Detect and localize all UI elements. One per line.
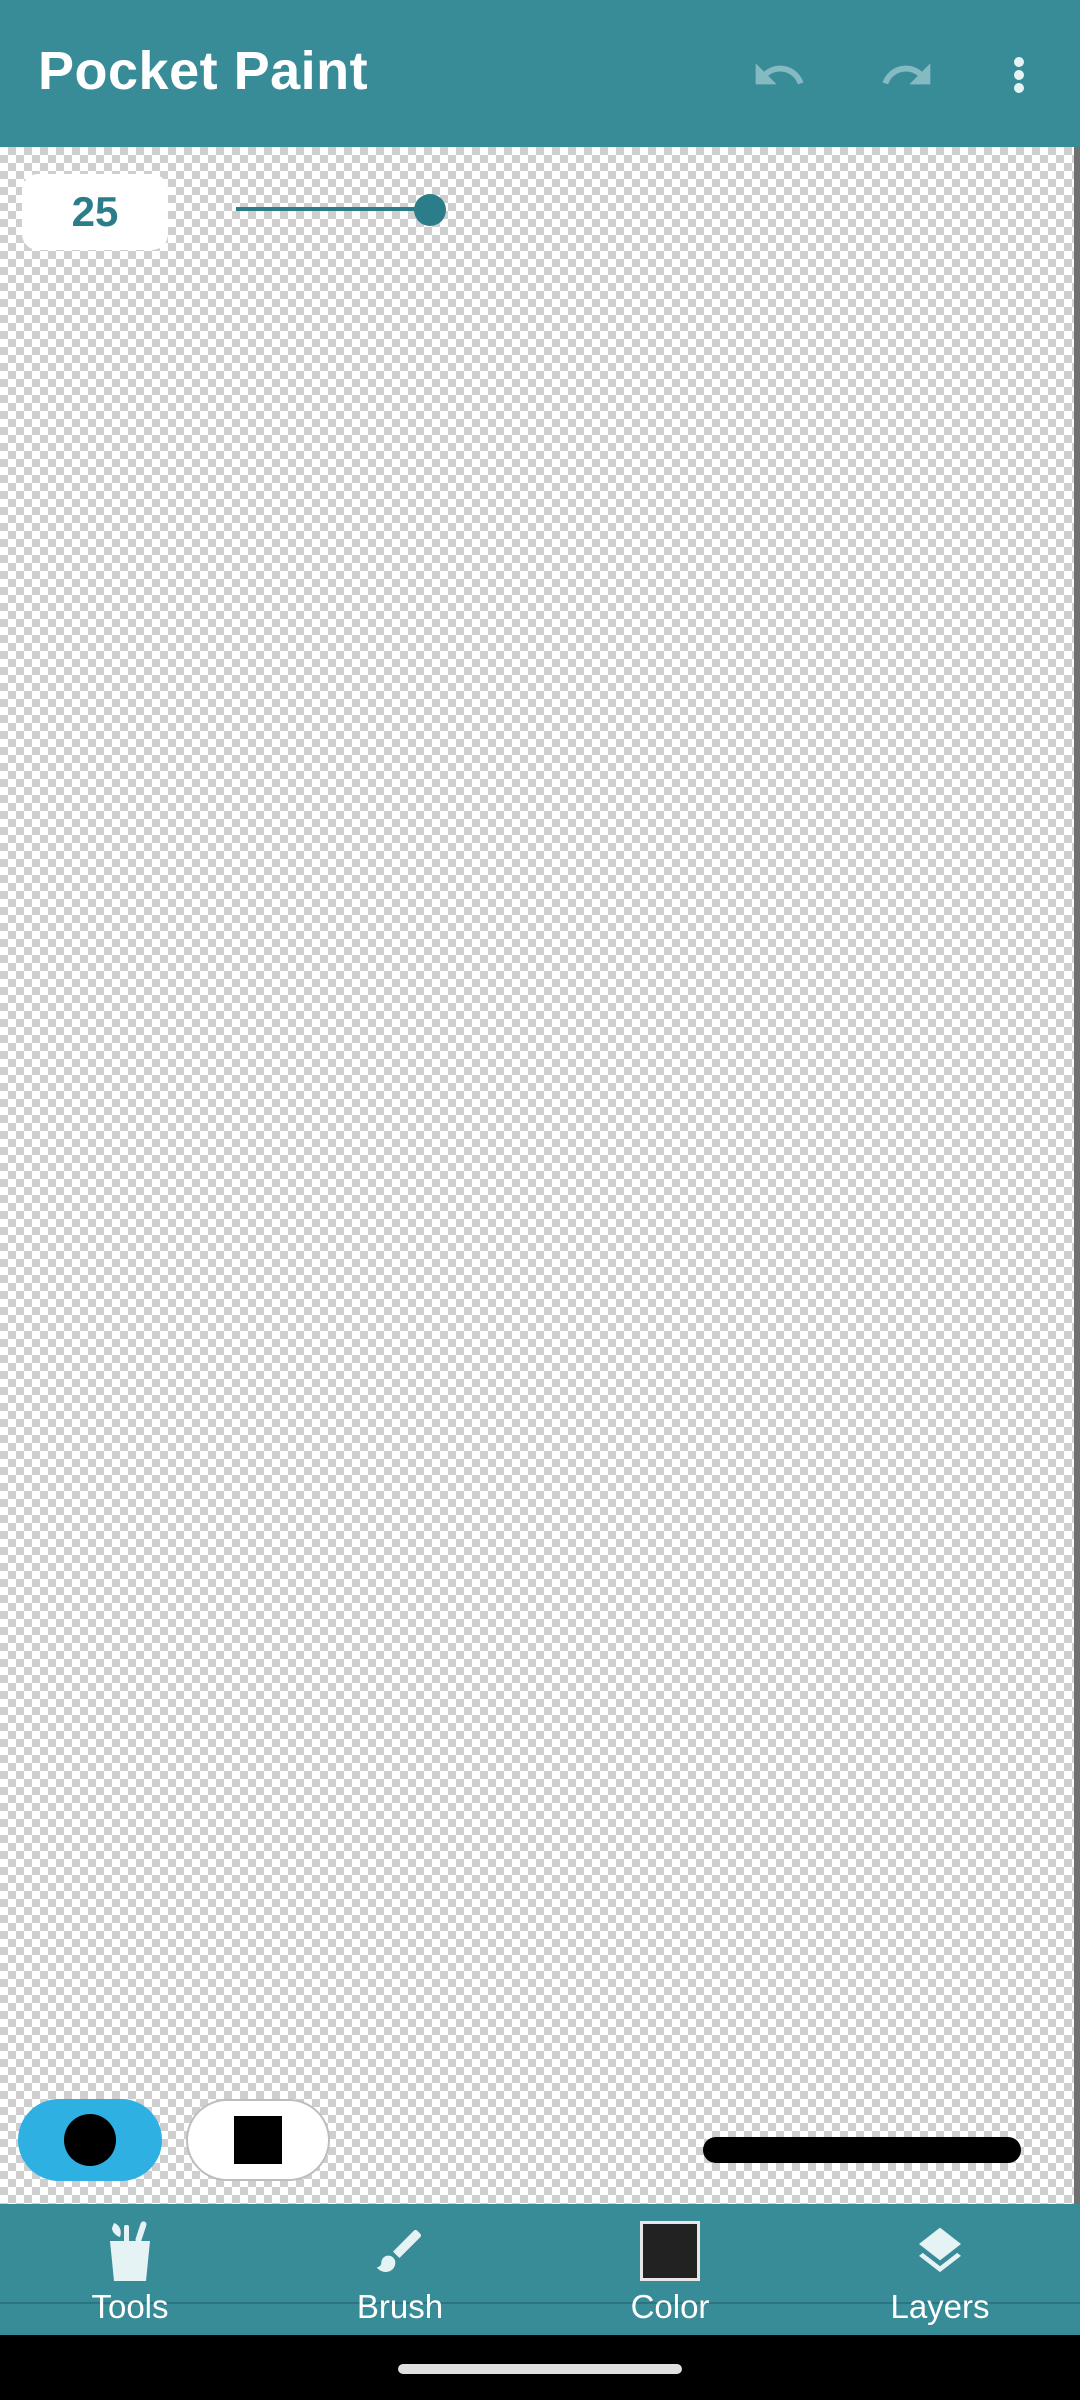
top-app-bar: Pocket Paint bbox=[0, 0, 1080, 147]
more-vert-icon bbox=[1014, 54, 1024, 96]
drawing-canvas[interactable] bbox=[0, 147, 1074, 2204]
brush-size-input[interactable]: 25 bbox=[22, 174, 168, 250]
redo-icon bbox=[882, 63, 931, 85]
round-brush-button[interactable] bbox=[18, 2099, 162, 2181]
nav-item-brush[interactable]: Brush bbox=[300, 2216, 500, 2336]
app-title: Pocket Paint bbox=[38, 41, 369, 101]
tools-icon bbox=[110, 2221, 150, 2281]
square-brush-button[interactable] bbox=[186, 2099, 330, 2181]
nav-item-tools[interactable]: Tools bbox=[30, 2216, 230, 2336]
undo-icon bbox=[755, 63, 804, 85]
nav-item-layers[interactable]: Layers bbox=[840, 2216, 1040, 2336]
overflow-menu-button[interactable] bbox=[984, 40, 1054, 110]
brush-size-slider-thumb[interactable] bbox=[414, 194, 446, 226]
square-icon bbox=[234, 2116, 282, 2164]
canvas-edge bbox=[1074, 147, 1080, 2204]
color-swatch-icon bbox=[640, 2221, 700, 2281]
nav-label-tools: Tools bbox=[91, 2288, 169, 2325]
nav-label-brush: Brush bbox=[356, 2288, 444, 2325]
nav-item-color[interactable]: Color bbox=[570, 2216, 770, 2336]
nav-label-layers: Layers bbox=[890, 2288, 990, 2325]
stroke-preview bbox=[703, 2137, 1021, 2163]
brush-icon bbox=[376, 2229, 422, 2272]
brush-size-slider-track[interactable] bbox=[236, 207, 428, 211]
circle-icon bbox=[64, 2114, 116, 2166]
undo-button[interactable] bbox=[744, 40, 814, 110]
redo-button[interactable] bbox=[872, 40, 942, 110]
layers-icon bbox=[919, 2227, 961, 2273]
nav-label-color: Color bbox=[630, 2288, 710, 2325]
home-gesture-handle[interactable] bbox=[398, 2364, 682, 2374]
